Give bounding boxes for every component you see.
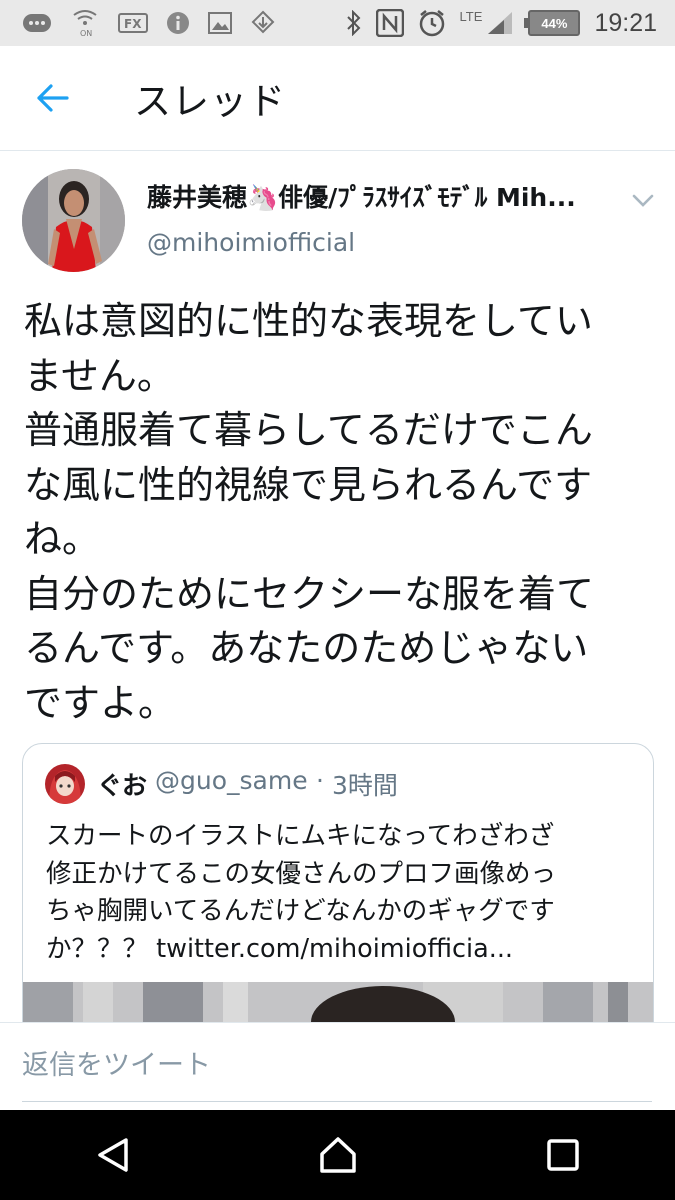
- quote-author-name: ぐお: [97, 771, 148, 800]
- quote-text-line: か？？？ twitter.com/mihoimiofficia...: [46, 933, 514, 964]
- network-type: LTE: [459, 8, 483, 24]
- tweet-text-line: るんです。あなたのためじゃない: [24, 626, 589, 670]
- nav-home-button[interactable]: [298, 1115, 378, 1195]
- quote-text: スカートのイラストにムキになってわざわざ 修正かけてるこの女優さんのプロフ画像め…: [46, 818, 636, 968]
- quote-avatar: [45, 764, 85, 804]
- tweet-text-line: 普通服着て暮らしてるだけでこん: [24, 408, 593, 452]
- status-bar: ON FX LTE 44% 19:21: [0, 0, 675, 46]
- avatar[interactable]: [22, 169, 125, 272]
- svg-text:ON: ON: [80, 29, 92, 37]
- nav-recents-button[interactable]: [523, 1115, 603, 1195]
- tweet-text-line: 自分のためにセクシーな服を着て: [24, 571, 595, 616]
- battery-icon: 44%: [524, 10, 581, 36]
- battery-level: 44%: [541, 15, 568, 31]
- reply-input[interactable]: 返信をツイート: [22, 1023, 652, 1102]
- tweet-text-line: ません。: [24, 353, 175, 398]
- tweet-text-line: 私は意図的に性的な表現をしてい: [24, 299, 593, 343]
- signal-icon: [486, 10, 514, 36]
- clock: 19:21: [594, 8, 657, 37]
- tweet-text-line: ね。: [24, 517, 101, 561]
- image-icon: [208, 12, 232, 34]
- bluetooth-icon: [346, 10, 362, 36]
- nav-back-button[interactable]: [73, 1115, 153, 1195]
- quoted-tweet[interactable]: ぐお @guo_same · 3時間 スカートのイラストにムキになってわざわざ …: [22, 743, 654, 1045]
- quote-text-line: スカートのイラストにムキになってわざわざ: [46, 821, 555, 851]
- triangle-back-icon: [97, 1138, 128, 1172]
- status-bar-left: ON FX: [0, 9, 276, 37]
- alarm-icon: [418, 9, 446, 37]
- home-icon: [319, 1137, 356, 1173]
- page-title: スレッド: [134, 80, 286, 123]
- system-navigation-bar: [0, 1110, 675, 1200]
- tweet-text: 私は意図的に性的な表現をしてい ません。 普通服着て暮らしてるだけでこん な風に…: [24, 294, 654, 730]
- recents-icon: [546, 1139, 579, 1171]
- chevron-down-icon: [632, 194, 654, 207]
- fx-icon: FX: [118, 12, 148, 34]
- info-icon: [166, 11, 190, 35]
- author-handle[interactable]: @mihoimiofficial: [147, 228, 355, 257]
- quote-timestamp: 3時間: [332, 771, 398, 800]
- thread-header: スレッド: [0, 46, 675, 151]
- back-arrow-icon: [37, 84, 69, 112]
- wifi-calling-icon: ON: [70, 9, 100, 37]
- back-button[interactable]: [22, 68, 82, 128]
- nfc-icon: [375, 9, 404, 37]
- author-name[interactable]: 藤井美穂🦄俳優/ﾌﾟﾗｽｻｲｽﾞﾓﾃﾞﾙ Mih...: [147, 178, 617, 214]
- tweet-text-line: な風に性的視線で見られるんです: [24, 462, 593, 507]
- quote-text-line: 修正かけてるこの女優さんのプロフ画像めっ: [46, 858, 557, 889]
- chat-icon: [22, 12, 52, 34]
- status-bar-right: LTE 44% 19:21: [346, 9, 675, 38]
- quote-separator: ·: [316, 766, 324, 795]
- quote-author-handle: @guo_same: [155, 766, 308, 795]
- svg-text:FX: FX: [124, 17, 142, 31]
- tweet-text-line: ですよ。: [24, 680, 177, 725]
- tweet-menu-button[interactable]: [628, 186, 658, 216]
- download-icon: [250, 10, 276, 36]
- reply-bar: 返信をツイート: [0, 1022, 675, 1111]
- quote-text-line: ちゃ胸開いてるんだけどなんかのギャグです: [46, 896, 555, 926]
